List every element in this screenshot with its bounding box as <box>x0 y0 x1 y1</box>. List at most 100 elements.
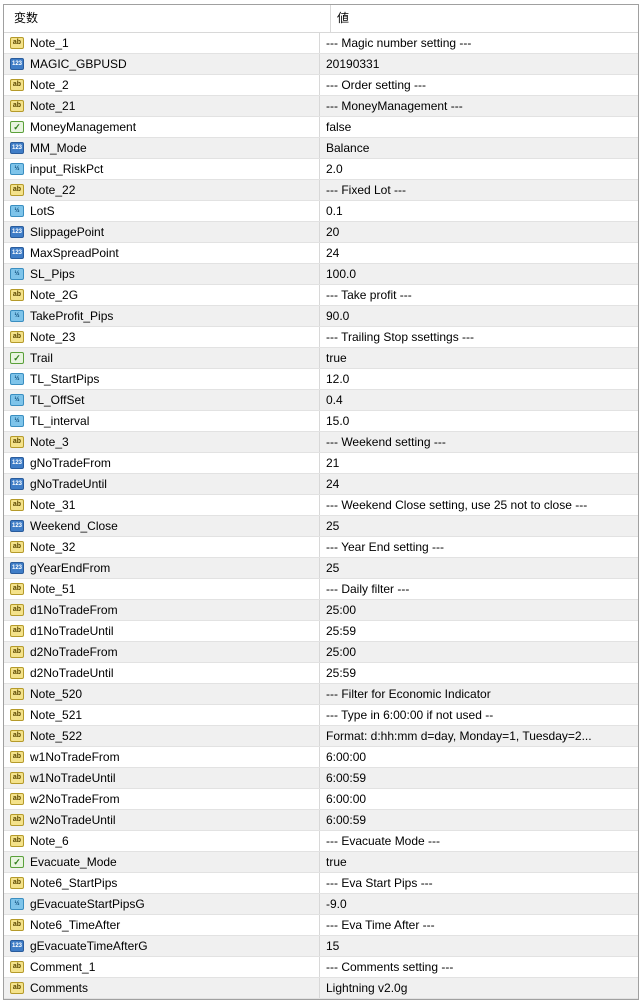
value-cell[interactable]: 20 <box>320 222 638 242</box>
value-cell[interactable]: 6:00:00 <box>320 789 638 809</box>
variable-cell[interactable]: ab Note_2G <box>4 285 320 305</box>
value-cell[interactable]: 2.0 <box>320 159 638 179</box>
value-cell[interactable]: 0.4 <box>320 390 638 410</box>
variable-cell[interactable]: ab Note_520 <box>4 684 320 704</box>
value-cell[interactable]: --- Eva Time After --- <box>320 915 638 935</box>
value-cell[interactable]: 25:59 <box>320 663 638 683</box>
table-row[interactable]: ab Note_2G --- Take profit --- <box>4 285 638 306</box>
value-cell[interactable]: --- Filter for Economic Indicator <box>320 684 638 704</box>
table-row[interactable]: ab d2NoTradeUntil 25:59 <box>4 663 638 684</box>
variable-cell[interactable]: ab Note_32 <box>4 537 320 557</box>
value-cell[interactable]: Lightning v2.0g <box>320 978 638 998</box>
table-row[interactable]: ab w2NoTradeUntil 6:00:59 <box>4 810 638 831</box>
table-row[interactable]: 123 MAGIC_GBPUSD 20190331 <box>4 54 638 75</box>
value-cell[interactable]: --- Take profit --- <box>320 285 638 305</box>
variable-cell[interactable]: ab Note_6 <box>4 831 320 851</box>
table-row[interactable]: ab Note6_StartPips --- Eva Start Pips --- <box>4 873 638 894</box>
value-cell[interactable]: 25:00 <box>320 642 638 662</box>
value-cell[interactable]: --- Year End setting --- <box>320 537 638 557</box>
table-row[interactable]: ✓ Evacuate_Mode true <box>4 852 638 873</box>
value-cell[interactable]: 15 <box>320 936 638 956</box>
value-cell[interactable]: --- Comments setting --- <box>320 957 638 977</box>
variable-cell[interactable]: ab Note_31 <box>4 495 320 515</box>
value-cell[interactable]: --- Magic number setting --- <box>320 33 638 53</box>
value-cell[interactable]: 6:00:59 <box>320 768 638 788</box>
variable-cell[interactable]: ab w2NoTradeFrom <box>4 789 320 809</box>
variable-cell[interactable]: ab Note6_TimeAfter <box>4 915 320 935</box>
table-row[interactable]: 123 gNoTradeFrom 21 <box>4 453 638 474</box>
variable-cell[interactable]: ½ TL_StartPips <box>4 369 320 389</box>
table-row[interactable]: ab Note_23 --- Trailing Stop ssettings --- <box>4 327 638 348</box>
value-cell[interactable]: Format: d:hh:mm d=day, Monday=1, Tuesday… <box>320 726 638 746</box>
value-cell[interactable]: 25:59 <box>320 621 638 641</box>
value-cell[interactable]: -9.0 <box>320 894 638 914</box>
variable-cell[interactable]: ½ TL_OffSet <box>4 390 320 410</box>
variable-cell[interactable]: ab Note_522 <box>4 726 320 746</box>
value-cell[interactable]: --- Weekend Close setting, use 25 not to… <box>320 495 638 515</box>
table-row[interactable]: ab Comments Lightning v2.0g <box>4 978 638 999</box>
variable-cell[interactable]: ab Note_521 <box>4 705 320 725</box>
table-row[interactable]: ab Note_520 --- Filter for Economic Indica… <box>4 684 638 705</box>
table-row[interactable]: ab w1NoTradeUntil 6:00:59 <box>4 768 638 789</box>
value-cell[interactable]: --- Order setting --- <box>320 75 638 95</box>
value-cell[interactable]: false <box>320 117 638 137</box>
variable-cell[interactable]: ab Note6_StartPips <box>4 873 320 893</box>
table-row[interactable]: ab Note_6 --- Evacuate Mode --- <box>4 831 638 852</box>
variable-cell[interactable]: ½ SL_Pips <box>4 264 320 284</box>
value-cell[interactable]: 25 <box>320 516 638 536</box>
column-header-variable[interactable]: 変数 <box>4 5 331 32</box>
variable-cell[interactable]: ab d1NoTradeUntil <box>4 621 320 641</box>
variable-cell[interactable]: ab d2NoTradeUntil <box>4 663 320 683</box>
variable-cell[interactable]: ab Comments <box>4 978 320 998</box>
value-cell[interactable]: 6:00:59 <box>320 810 638 830</box>
table-row[interactable]: ab Note_21 --- MoneyManagement --- <box>4 96 638 117</box>
variable-cell[interactable]: ab d1NoTradeFrom <box>4 600 320 620</box>
value-cell[interactable]: --- Weekend setting --- <box>320 432 638 452</box>
table-row[interactable]: ab d2NoTradeFrom 25:00 <box>4 642 638 663</box>
value-cell[interactable]: --- Fixed Lot --- <box>320 180 638 200</box>
table-row[interactable]: ab w1NoTradeFrom 6:00:00 <box>4 747 638 768</box>
variable-cell[interactable]: ✓ Trail <box>4 348 320 368</box>
variable-cell[interactable]: ab Note_3 <box>4 432 320 452</box>
value-cell[interactable]: 100.0 <box>320 264 638 284</box>
variable-cell[interactable]: ½ gEvacuateStartPipsG <box>4 894 320 914</box>
variable-cell[interactable]: ab Note_22 <box>4 180 320 200</box>
variable-cell[interactable]: ab w1NoTradeUntil <box>4 768 320 788</box>
table-row[interactable]: ½ SL_Pips 100.0 <box>4 264 638 285</box>
value-cell[interactable]: Balance <box>320 138 638 158</box>
variable-cell[interactable]: ab Note_2 <box>4 75 320 95</box>
value-cell[interactable]: 21 <box>320 453 638 473</box>
variable-cell[interactable]: ½ TakeProfit_Pips <box>4 306 320 326</box>
value-cell[interactable]: 12.0 <box>320 369 638 389</box>
table-row[interactable]: ½ LotS 0.1 <box>4 201 638 222</box>
value-cell[interactable]: true <box>320 348 638 368</box>
value-cell[interactable]: --- MoneyManagement --- <box>320 96 638 116</box>
table-row[interactable]: ab Comment_1 --- Comments setting --- <box>4 957 638 978</box>
variable-cell[interactable]: ½ input_RiskPct <box>4 159 320 179</box>
variable-cell[interactable]: ab w1NoTradeFrom <box>4 747 320 767</box>
table-row[interactable]: 123 MaxSpreadPoint 24 <box>4 243 638 264</box>
table-row[interactable]: ½ input_RiskPct 2.0 <box>4 159 638 180</box>
value-cell[interactable]: true <box>320 852 638 872</box>
column-header-value[interactable]: 値 <box>331 5 638 32</box>
variable-cell[interactable]: 123 Weekend_Close <box>4 516 320 536</box>
table-row[interactable]: ab Note_3 --- Weekend setting --- <box>4 432 638 453</box>
value-cell[interactable]: 24 <box>320 243 638 263</box>
table-row[interactable]: ½ TL_StartPips 12.0 <box>4 369 638 390</box>
table-row[interactable]: ab Note_2 --- Order setting --- <box>4 75 638 96</box>
table-row[interactable]: ½ TL_interval 15.0 <box>4 411 638 432</box>
table-row[interactable]: ab Note6_TimeAfter --- Eva Time After --- <box>4 915 638 936</box>
table-row[interactable]: ab Note_1 --- Magic number setting --- <box>4 33 638 54</box>
variable-cell[interactable]: ✓ MoneyManagement <box>4 117 320 137</box>
variable-cell[interactable]: ab Note_21 <box>4 96 320 116</box>
table-row[interactable]: ab Note_521 --- Type in 6:00:00 if not use… <box>4 705 638 726</box>
variable-cell[interactable]: ½ LotS <box>4 201 320 221</box>
table-row[interactable]: ab Note_32 --- Year End setting --- <box>4 537 638 558</box>
value-cell[interactable]: --- Evacuate Mode --- <box>320 831 638 851</box>
variable-cell[interactable]: 123 SlippagePoint <box>4 222 320 242</box>
value-cell[interactable]: 15.0 <box>320 411 638 431</box>
variable-cell[interactable]: 123 gNoTradeUntil <box>4 474 320 494</box>
variable-cell[interactable]: ½ TL_interval <box>4 411 320 431</box>
variable-cell[interactable]: ab Note_1 <box>4 33 320 53</box>
table-row[interactable]: ab Note_522 Format: d:hh:mm d=day, Monday=… <box>4 726 638 747</box>
